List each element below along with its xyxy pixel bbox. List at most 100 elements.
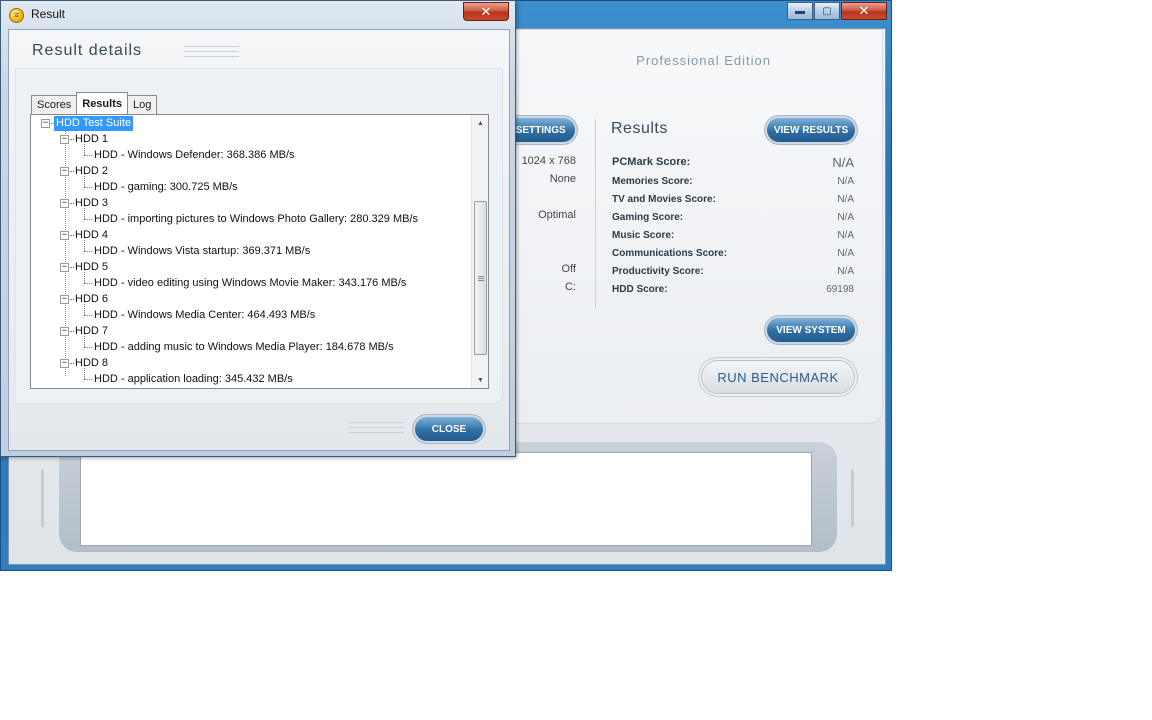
- score-label: Productivity Score:: [612, 265, 704, 277]
- score-row-communications: Communications Score: N/A: [612, 244, 854, 262]
- dialog-close-x-button[interactable]: ✕: [463, 2, 509, 21]
- right-bracket-decoration: [851, 469, 854, 527]
- tree-connector: [84, 272, 85, 283]
- tree-connector: [84, 347, 92, 348]
- tab-scores[interactable]: Scores: [31, 95, 78, 114]
- expander-minus-icon[interactable]: −: [60, 135, 69, 144]
- score-value: N/A: [832, 154, 854, 170]
- tree-group-node[interactable]: HDD 2: [75, 164, 108, 179]
- results-title: Results: [611, 120, 668, 137]
- left-bracket-decoration: [41, 469, 44, 527]
- tree-connector: [70, 331, 74, 332]
- quality-value: Optimal: [538, 209, 576, 221]
- tree-group-node[interactable]: HDD 4: [75, 228, 108, 243]
- view-system-button[interactable]: VIEW SYSTEM: [767, 318, 855, 342]
- tree-group-node[interactable]: HDD 5: [75, 260, 108, 275]
- info-display-area: [80, 452, 812, 546]
- view-results-button[interactable]: VIEW RESULTS: [767, 118, 855, 142]
- tree-connector: [84, 315, 92, 316]
- expander-minus-icon[interactable]: −: [60, 263, 69, 272]
- tree-connector: [84, 283, 92, 284]
- grip-icon: [477, 275, 484, 282]
- score-row-tv-movies: TV and Movies Score: N/A: [612, 190, 854, 208]
- tree-connector: [70, 139, 74, 140]
- result-tabs: Scores Results Log: [31, 92, 158, 114]
- expander-minus-icon[interactable]: −: [41, 119, 50, 128]
- tree-leaf-node[interactable]: HDD - application loading: 345.432 MB/s: [94, 372, 293, 387]
- run-benchmark-button[interactable]: RUN BENCHMARK: [701, 360, 855, 394]
- score-value: N/A: [837, 247, 854, 259]
- tree-root-node[interactable]: HDD Test Suite: [54, 116, 133, 131]
- tree-group-node[interactable]: HDD 6: [75, 292, 108, 307]
- main-close-button[interactable]: ✕: [841, 2, 887, 20]
- minimize-button[interactable]: ▬: [787, 2, 813, 20]
- tree-connector: [84, 368, 85, 379]
- score-label: TV and Movies Score:: [612, 193, 716, 205]
- tree-vertical-scrollbar[interactable]: ▲ ▼: [471, 115, 488, 388]
- tree-connector: [84, 155, 92, 156]
- score-row-memories: Memories Score: N/A: [612, 172, 854, 190]
- tree-connector: [84, 379, 92, 380]
- result-details-heading: Result details: [32, 42, 143, 59]
- result-dialog: ≡ Result ✕ Result details Scores Results…: [0, 0, 516, 457]
- tree-connector: [84, 144, 85, 155]
- tree-leaf-node[interactable]: HDD - video editing using Windows Movie …: [94, 276, 406, 291]
- score-label: Communications Score:: [612, 247, 728, 259]
- expander-minus-icon[interactable]: −: [60, 295, 69, 304]
- scroll-up-arrow-icon[interactable]: ▲: [472, 115, 488, 131]
- tree-connector: [84, 304, 85, 315]
- aa-value: None: [549, 173, 576, 185]
- tree-group-node[interactable]: HDD 7: [75, 324, 108, 339]
- score-label: Memories Score:: [612, 175, 693, 187]
- tree-leaf-node[interactable]: HDD - Windows Media Center: 464.493 MB/s: [94, 308, 315, 323]
- expander-minus-icon[interactable]: −: [60, 327, 69, 336]
- score-value: N/A: [837, 211, 854, 223]
- tree-connector: [70, 299, 74, 300]
- tree-group-node[interactable]: HDD 3: [75, 196, 108, 211]
- tab-results[interactable]: Results: [76, 92, 128, 114]
- score-label: Gaming Score:: [612, 211, 684, 223]
- expander-minus-icon[interactable]: −: [60, 167, 69, 176]
- tree-leaf-node[interactable]: HDD - Windows Vista startup: 369.371 MB/…: [94, 244, 310, 259]
- maximize-button[interactable]: ▢: [814, 2, 840, 20]
- tree-connector: [84, 187, 92, 188]
- tree-connector: [70, 203, 74, 204]
- tree-leaf-node[interactable]: HDD - Windows Defender: 368.386 MB/s: [94, 148, 295, 163]
- tree-leaf-node[interactable]: HDD - adding music to Windows Media Play…: [94, 340, 394, 355]
- score-value: N/A: [837, 193, 854, 205]
- scroll-thumb[interactable]: [474, 201, 487, 355]
- tree-group-node[interactable]: HDD 1: [75, 132, 108, 147]
- tree-connector: [70, 171, 74, 172]
- heading-decoration: [184, 46, 239, 60]
- expander-minus-icon[interactable]: −: [60, 199, 69, 208]
- tree-connector: [84, 208, 85, 219]
- tree-connector: [84, 336, 85, 347]
- resolution-value: 1024 x 768: [521, 155, 576, 167]
- tree-connector: [70, 267, 74, 268]
- score-value: N/A: [837, 229, 854, 241]
- tree-connector: [84, 251, 92, 252]
- expander-minus-icon[interactable]: −: [60, 359, 69, 368]
- tree-leaf-node[interactable]: HDD - gaming: 300.725 MB/s: [94, 180, 238, 195]
- tree-leaf-node[interactable]: HDD - importing pictures to Windows Phot…: [94, 212, 418, 227]
- score-row-pcmark: PCMark Score: N/A: [612, 153, 854, 171]
- tree-group-node[interactable]: HDD 8: [75, 356, 108, 371]
- score-row-gaming: Gaming Score: N/A: [612, 208, 854, 226]
- tab-log[interactable]: Log: [127, 95, 158, 114]
- tree-connector: [70, 363, 74, 364]
- close-button[interactable]: CLOSE: [415, 417, 483, 441]
- tree-connector: [84, 219, 92, 220]
- score-label: HDD Score:: [612, 283, 668, 295]
- dialog-title: Result: [31, 7, 66, 21]
- tree-connector: [70, 235, 74, 236]
- score-value: N/A: [837, 175, 854, 187]
- scroll-down-arrow-icon[interactable]: ▼: [472, 372, 488, 388]
- score-value: 69198: [826, 283, 854, 295]
- expander-minus-icon[interactable]: −: [60, 231, 69, 240]
- app-menu-icon[interactable]: ≡: [9, 8, 24, 23]
- drive-value: C:: [565, 281, 576, 293]
- score-row-productivity: Productivity Score: N/A: [612, 262, 854, 280]
- results-tree-view[interactable]: − HDD Test Suite − HDD 1 HDD - Windows D…: [30, 114, 489, 389]
- tree-connector: [84, 240, 85, 251]
- caption-buttons: ▬ ▢ ✕: [786, 2, 887, 20]
